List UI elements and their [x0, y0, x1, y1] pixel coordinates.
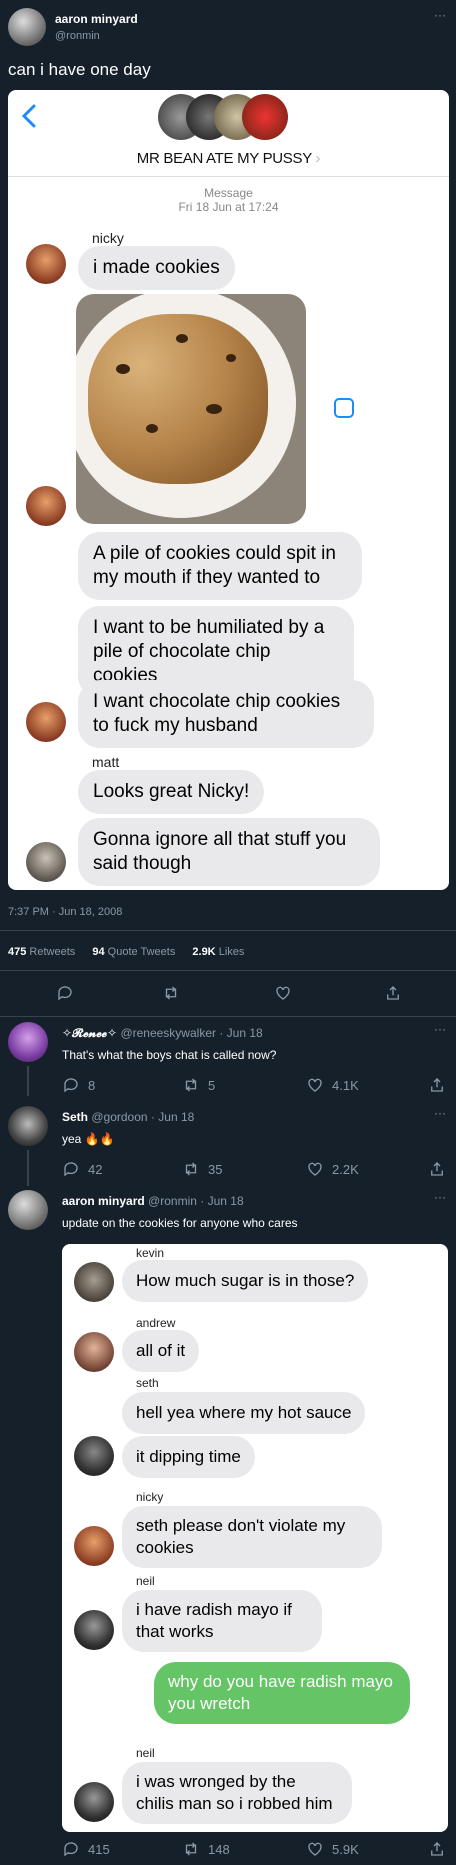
reply-icon[interactable]	[62, 1076, 80, 1094]
reply-author-name[interactable]: ✧𝓡𝓮𝓷𝓮𝓮✧	[62, 1026, 117, 1040]
reply-author-handle[interactable]: @reneeskywalker	[120, 1026, 216, 1040]
attached-image-2[interactable]: kevin How much sugar is in those? andrew…	[62, 1244, 448, 1832]
like-icon[interactable]	[274, 984, 292, 1002]
group-avatars	[158, 92, 308, 144]
reply-author-name[interactable]: Seth	[62, 1110, 88, 1124]
message-bubble: i have radish mayo if that works	[122, 1590, 322, 1652]
sender-name: kevin	[136, 1246, 165, 1260]
back-chevron-icon	[20, 104, 40, 133]
message-bubble: Looks great Nicky!	[78, 770, 265, 814]
tweet-stats: 475 Retweets 94 Quote Tweets 2.9K Likes	[8, 946, 245, 958]
reply-text: update on the cookies for anyone who car…	[62, 1216, 298, 1230]
retweet-icon[interactable]	[162, 984, 180, 1002]
tweet-timestamp[interactable]: 7:37 PM · Jun 18, 2008	[8, 906, 122, 918]
tweet-text: can i have one day	[8, 60, 151, 79]
message-bubble: A pile of cookies could spit in my mouth…	[78, 532, 362, 600]
retweets-count[interactable]: 475	[8, 946, 26, 958]
reply-date[interactable]: · Jun 18	[200, 1194, 243, 1208]
neil-avatar	[74, 1782, 114, 1822]
message-label: Message	[204, 186, 253, 200]
andrew-avatar	[74, 1332, 114, 1372]
message-bubble: I want chocolate chip cookies to fuck my…	[78, 680, 374, 748]
reply-date[interactable]: · Jun 18	[219, 1026, 262, 1040]
sender-name: seth	[136, 1376, 159, 1390]
reply-author-handle[interactable]: @ronmin	[148, 1194, 197, 1208]
reply-icon[interactable]	[62, 1160, 80, 1178]
reply-avatar[interactable]	[8, 1190, 48, 1230]
share-icon[interactable]	[334, 398, 354, 418]
reply-author-name[interactable]: aaron minyard	[62, 1194, 145, 1208]
message-bubble: all of it	[122, 1330, 200, 1372]
sender-name: andrew	[136, 1316, 176, 1330]
kevin-avatar	[74, 1262, 114, 1302]
quotes-count[interactable]: 94	[92, 946, 104, 958]
reply-icon[interactable]	[56, 984, 74, 1002]
sender-name: matt	[92, 754, 120, 770]
message-bubble: Gonna ignore all that stuff you said tho…	[78, 818, 380, 886]
like-icon[interactable]	[306, 1840, 324, 1858]
author-avatar[interactable]	[8, 8, 46, 46]
reply-icon[interactable]	[62, 1840, 80, 1858]
sent-message-bubble: why do you have radish mayo you wretch	[154, 1662, 410, 1724]
author-name[interactable]: aaron minyard	[55, 12, 138, 26]
neil-avatar	[74, 1610, 114, 1650]
more-icon[interactable]: ···	[434, 1190, 446, 1204]
message-bubble: it dipping time	[122, 1436, 255, 1478]
reply-avatar[interactable]	[8, 1022, 48, 1062]
nicky-avatar	[26, 702, 66, 742]
reply-text: That's what the boys chat is called now?	[62, 1048, 277, 1062]
nicky-avatar	[26, 244, 66, 284]
reply-date[interactable]: · Jun 18	[151, 1110, 194, 1124]
author-handle[interactable]: @ronmin	[55, 30, 100, 42]
likes-count[interactable]: 2.9K	[192, 946, 215, 958]
matt-avatar	[26, 842, 66, 882]
reply-author-handle[interactable]: @gordoon	[91, 1110, 147, 1124]
like-icon[interactable]	[306, 1160, 324, 1178]
sender-name: neil	[136, 1574, 155, 1588]
sender-name: nicky	[136, 1490, 164, 1504]
nicky-avatar	[26, 486, 66, 526]
nicky-avatar	[74, 1526, 114, 1566]
share-icon[interactable]	[428, 1076, 446, 1094]
retweet-icon[interactable]	[182, 1076, 200, 1094]
attached-image-1[interactable]: MR BEAN ATE MY PUSSY › Message Fri 18 Ju…	[8, 90, 449, 890]
message-bubble: i made cookies	[78, 246, 235, 290]
reply-text: yea 🔥🔥	[62, 1132, 115, 1146]
message-bubble: i was wronged by the chilis man so i rob…	[122, 1762, 352, 1824]
reply-avatar[interactable]	[8, 1106, 48, 1146]
share-icon[interactable]	[428, 1160, 446, 1178]
sender-name: neil	[136, 1746, 155, 1760]
message-bubble: How much sugar is in those?	[122, 1260, 369, 1302]
share-icon[interactable]	[428, 1840, 446, 1858]
seth-avatar	[74, 1436, 114, 1476]
more-icon[interactable]: ···	[434, 8, 446, 22]
share-icon[interactable]	[384, 984, 402, 1002]
message-bubble: hell yea where my hot sauce	[122, 1392, 366, 1434]
more-icon[interactable]: ···	[434, 1022, 446, 1036]
sender-name: nicky	[92, 230, 124, 246]
more-icon[interactable]: ···	[434, 1106, 446, 1120]
retweet-icon[interactable]	[182, 1840, 200, 1858]
group-name[interactable]: MR BEAN ATE MY PUSSY ›	[8, 150, 449, 167]
cookies-photo	[76, 294, 306, 524]
message-bubble: seth please don't violate my cookies	[122, 1506, 382, 1568]
retweet-icon[interactable]	[182, 1160, 200, 1178]
message-date: Fri 18 Jun at 17:24	[178, 200, 279, 214]
like-icon[interactable]	[306, 1076, 324, 1094]
